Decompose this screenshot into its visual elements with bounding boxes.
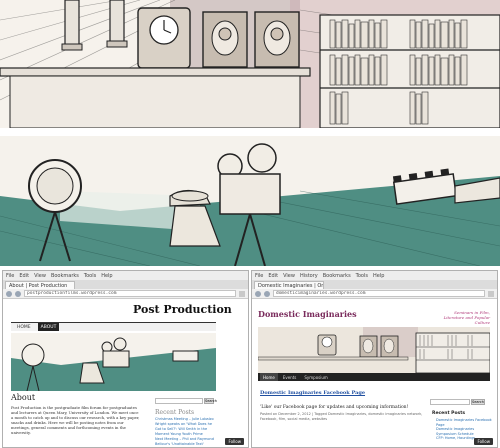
sidebar-heading: Recent Posts: [432, 411, 466, 416]
nav-item-symposium[interactable]: Symposium: [301, 373, 330, 381]
recent-post-link[interactable]: Christmas Meeting – Julie Lobalzo Wright…: [155, 417, 215, 437]
site-title[interactable]: Post Production: [133, 303, 232, 316]
browser-window-post-production[interactable]: File Edit View Bookmarks Tools Help Abou…: [2, 270, 249, 448]
nav-item-home[interactable]: HOME: [14, 323, 34, 331]
menu-item-tools[interactable]: Tools: [84, 273, 96, 280]
banner-illustration: [258, 327, 490, 373]
menu-item-file[interactable]: File: [255, 273, 263, 280]
sidebar-heading: Recent Posts: [155, 409, 195, 416]
menu-item-edit[interactable]: Edit: [19, 273, 29, 280]
page-content: Post Production HOME ABOUT About Post Pr…: [3, 299, 248, 447]
page-heading: About: [11, 393, 36, 402]
header-banner: [11, 333, 216, 391]
site-tagline: Seminars in Film, Literature and Popular…: [443, 310, 490, 325]
forward-icon[interactable]: [264, 290, 270, 297]
site-nav: HOME ABOUT: [11, 322, 216, 331]
post-title-link[interactable]: Domestic Imaginaries Facebook Page: [260, 390, 365, 396]
recent-post-link[interactable]: Next Meeting – Phil and Raymond Bellour'…: [155, 437, 215, 447]
post-body: 'Like' our Facebook page for updates and…: [260, 405, 409, 410]
tab-strip: Domestic Imaginaries | On...: [252, 280, 497, 289]
menu-item-help[interactable]: Help: [373, 273, 384, 280]
menu-item-view[interactable]: View: [34, 273, 46, 280]
site-nav: Home Events Symposium: [258, 373, 490, 381]
menu-bar: File Edit View History Bookmarks Tools H…: [252, 271, 497, 280]
search-button[interactable]: Search: [471, 399, 485, 405]
living-room-illustration: [0, 0, 500, 128]
site-title[interactable]: Domestic Imaginaries: [258, 309, 357, 319]
menu-item-bookmarks[interactable]: Bookmarks: [51, 273, 79, 280]
menu-item-view[interactable]: View: [283, 273, 295, 280]
follow-button[interactable]: Follow: [225, 438, 244, 445]
nav-item-home[interactable]: Home: [260, 373, 278, 381]
back-icon[interactable]: [6, 290, 12, 297]
nav-item-about[interactable]: ABOUT: [37, 323, 60, 331]
url-input[interactable]: postproductionfilms.wordpress.com: [24, 290, 236, 297]
browser-window-domestic-imaginaries[interactable]: File Edit View History Bookmarks Tools H…: [251, 270, 498, 448]
recent-post-link[interactable]: Domestic Imaginaries Facebook Page: [436, 418, 492, 427]
home-icon[interactable]: [488, 290, 494, 297]
menu-bar: File Edit View Bookmarks Tools Help: [3, 271, 248, 280]
menu-item-bookmarks[interactable]: Bookmarks: [323, 273, 351, 280]
header-banner: [258, 327, 490, 373]
search-button[interactable]: Search: [204, 398, 217, 404]
address-bar-row: postproductionfilms.wordpress.com: [3, 289, 248, 299]
post-meta: Posted on December 2, 2012 | Tagged Dome…: [260, 412, 423, 421]
header-illustration-film-crew: [0, 136, 500, 266]
recent-posts-list: Christmas Meeting – Julie Lobalzo Wright…: [155, 417, 215, 447]
url-input[interactable]: domesticimaginaries.wordpress.com: [273, 290, 485, 297]
tab-strip: About | Post Production: [3, 280, 248, 289]
forward-icon[interactable]: [15, 290, 21, 297]
home-icon[interactable]: [239, 290, 245, 297]
menu-item-tools[interactable]: Tools: [356, 273, 368, 280]
menu-item-edit[interactable]: Edit: [268, 273, 278, 280]
search-input[interactable]: [155, 398, 203, 404]
film-crew-illustration: [0, 136, 500, 266]
browser-tab[interactable]: About | Post Production: [5, 281, 75, 289]
menu-item-history[interactable]: History: [300, 273, 318, 280]
header-divider: [0, 128, 500, 136]
nav-item-events[interactable]: Events: [280, 373, 300, 381]
menu-item-file[interactable]: File: [6, 273, 14, 280]
menu-item-help[interactable]: Help: [101, 273, 112, 280]
header-illustration-living-room: [0, 0, 500, 128]
page-content: Domestic Imaginaries Seminars in Film, L…: [252, 299, 497, 447]
recent-post-link[interactable]: Domestic Imaginaries Symposium Schedule: [436, 427, 492, 436]
search-input[interactable]: [430, 399, 470, 405]
back-icon[interactable]: [255, 290, 261, 297]
banner-illustration: [11, 333, 216, 391]
about-text: Post Production is the postgraduate film…: [11, 405, 140, 435]
address-bar-row: domesticimaginaries.wordpress.com: [252, 289, 497, 299]
browser-tab[interactable]: Domestic Imaginaries | On...: [254, 281, 324, 289]
follow-button[interactable]: Follow: [474, 438, 493, 445]
